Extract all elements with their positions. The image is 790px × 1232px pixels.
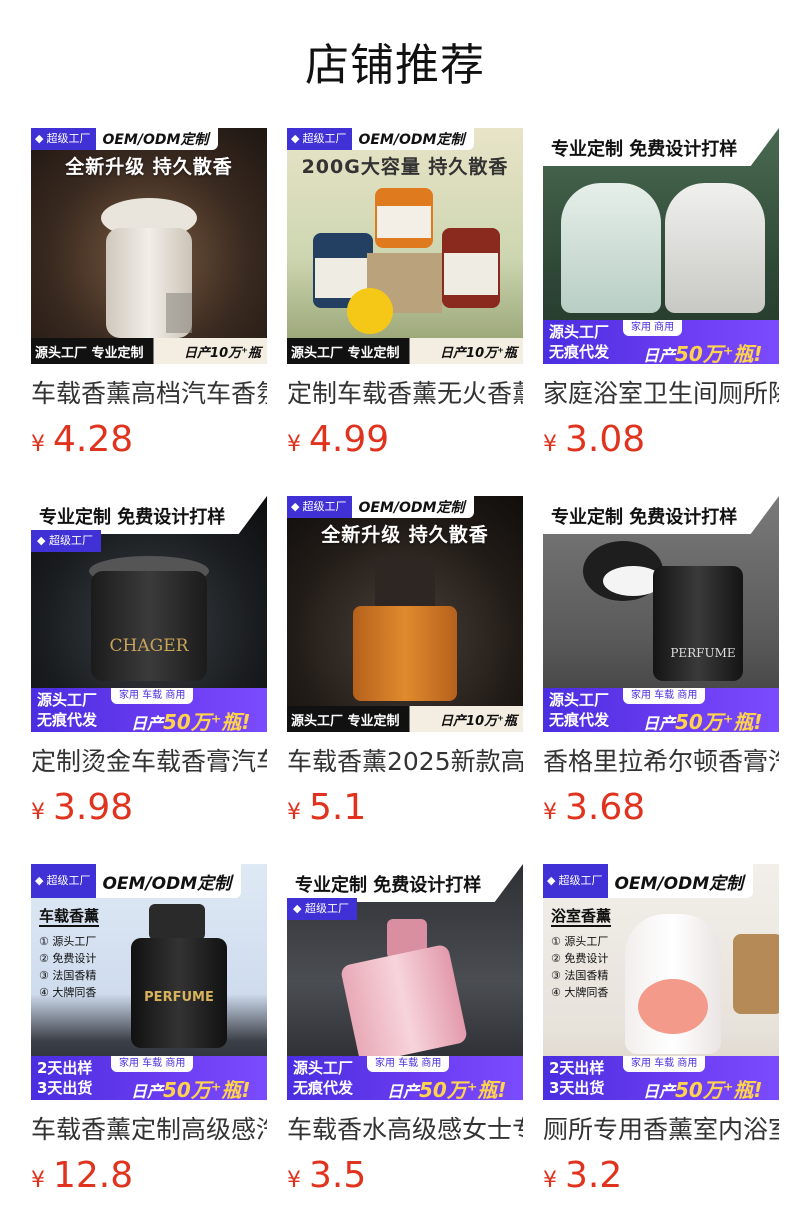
super-factory-badge: ◆ 超级工厂 (287, 898, 357, 920)
diamond-icon: ◆ (37, 534, 46, 547)
product-name[interactable]: 车载香薰2025新款高级 (287, 746, 523, 778)
promo-bar: 源头工厂 无痕代发 家用 车载 商用 日产50万⁺瓶! (287, 1056, 523, 1100)
diamond-icon: ◆ (35, 132, 44, 145)
product-name[interactable]: 香格里拉希尔顿香膏汽车 (543, 746, 779, 778)
currency-symbol: ¥ (543, 432, 557, 457)
product-image[interactable]: ◆ 超级工厂 OEM/ODM定制 全新升级 持久散香 源头工厂 专业定制 日产10… (31, 128, 267, 364)
diamond-icon: ◆ (291, 132, 300, 145)
image-headline: 全新升级 持久散香 (65, 156, 233, 178)
feature-list: 车载香薰 ① 源头工厂 ② 免费设计 ③ 法国香精 ④ 大牌同香 (39, 907, 100, 999)
product-price: ¥3.98 (31, 788, 267, 834)
price-value: 12.8 (53, 1155, 134, 1196)
product-name[interactable]: 家庭浴室卫生间厕所除臭 (543, 378, 779, 410)
product-image[interactable]: PERFUME 专业定制 免费设计打样 源头工厂 无痕代发 家用 车载 商用 日产… (543, 496, 779, 732)
price-value: 5.1 (309, 787, 367, 828)
product-image[interactable]: ◆ 超级工厂 OEM/ODM定制 全新升级 持久散香 源头工厂 专业定制 日产10… (287, 496, 523, 732)
oem-badge: ◆ 超级工厂 OEM/ODM定制 (287, 128, 475, 150)
product-price: ¥3.08 (543, 420, 779, 466)
product-name[interactable]: 定制烫金车载香膏汽车 (31, 746, 267, 778)
super-factory-badge: ◆ 超级工厂 (543, 864, 609, 898)
diamond-icon: ◆ (35, 874, 44, 887)
diamond-icon: ◆ (293, 902, 302, 915)
currency-symbol: ¥ (31, 800, 45, 825)
product-name[interactable]: 定制车载香薰无火香薰 (287, 378, 523, 410)
product-card[interactable]: ◆ 超级工厂 OEM/ODM定制 全新升级 持久散香 源头工厂 专业定制 日产10… (31, 128, 267, 466)
oem-badge: ◆ 超级工厂 OEM/ODM定制 (543, 864, 754, 898)
product-price: ¥3.5 (287, 1156, 523, 1202)
product-name[interactable]: 车载香薰定制高级感汽车 (31, 1114, 267, 1146)
product-price: ¥5.1 (287, 788, 523, 834)
product-label: CHAGER (109, 636, 189, 656)
product-price: ¥4.28 (31, 420, 267, 466)
product-image[interactable]: ◆ 超级工厂 OEM/ODM定制 200G大容量 持久散香 源头工厂 专业定制 日… (287, 128, 523, 364)
product-label: PERFUME (144, 990, 214, 1005)
currency-symbol: ¥ (31, 432, 45, 457)
image-headline: 200G大容量 持久散香 (301, 156, 509, 178)
product-card[interactable]: 专业定制 免费设计打样 ◆ 超级工厂 源头工厂 无痕代发 家用 车载 商用 日产5… (287, 864, 523, 1202)
image-bottom-bar: 源头工厂 专业定制 日产10万⁺瓶 (31, 338, 267, 364)
super-factory-badge: ◆ 超级工厂 (31, 864, 97, 898)
promo-bar: 源头工厂 无痕代发 家用 车载 商用 日产50万⁺瓶! (31, 688, 267, 732)
product-card[interactable]: ◆ 超级工厂 OEM/ODM定制 200G大容量 持久散香 源头工厂 专业定制 日… (287, 128, 523, 466)
currency-symbol: ¥ (31, 1168, 45, 1193)
product-card[interactable]: ◆ 超级工厂 OEM/ODM定制 全新升级 持久散香 源头工厂 专业定制 日产10… (287, 496, 523, 834)
currency-symbol: ¥ (287, 800, 301, 825)
promo-bar: 2天出样 3天出货 家用 车载 商用 日产50万⁺瓶! (543, 1056, 779, 1100)
top-banner: 专业定制 免费设计打样 (287, 864, 523, 902)
product-name[interactable]: 车载香薰高档汽车香氛 (31, 378, 267, 410)
product-price: ¥3.68 (543, 788, 779, 834)
image-bottom-bar: 源头工厂 专业定制 日产10万⁺瓶 (287, 706, 523, 732)
product-price: ¥12.8 (31, 1156, 267, 1202)
super-factory-badge: ◆ 超级工厂 (287, 128, 353, 150)
product-card[interactable]: 专业定制 免费设计打样 源头工厂 无痕代发 家用 商用 日产50万⁺瓶! 家庭浴室… (543, 128, 779, 466)
product-image[interactable]: CHAGER 专业定制 免费设计打样 ◆ 超级工厂 源头工厂 无痕代发 家用 车载… (31, 496, 267, 732)
image-bottom-bar: 源头工厂 专业定制 日产10万⁺瓶 (287, 338, 523, 364)
price-value: 3.98 (53, 787, 134, 828)
product-price: ¥4.99 (287, 420, 523, 466)
feature-list: 浴室香薰 ① 源头工厂 ② 免费设计 ③ 法国香精 ④ 大牌同香 (551, 907, 612, 999)
page-title: 店铺推荐 (305, 40, 485, 91)
top-banner: 专业定制 免费设计打样 (31, 496, 267, 534)
currency-symbol: ¥ (287, 432, 301, 457)
promo-bar: 源头工厂 无痕代发 家用 车载 商用 日产50万⁺瓶! (543, 688, 779, 732)
oem-badge: ◆ 超级工厂 OEM/ODM定制 (31, 864, 242, 898)
product-image[interactable]: 专业定制 免费设计打样 源头工厂 无痕代发 家用 商用 日产50万⁺瓶! (543, 128, 779, 364)
oem-badge: ◆ 超级工厂 OEM/ODM定制 (31, 128, 219, 150)
promo-bar: 源头工厂 无痕代发 家用 商用 日产50万⁺瓶! (543, 320, 779, 364)
product-card[interactable]: PERFUME ◆ 超级工厂 OEM/ODM定制 车载香薰 ① 源头工厂 ② 免费… (31, 864, 267, 1202)
price-value: 4.28 (53, 419, 134, 460)
product-card[interactable]: CHAGER 专业定制 免费设计打样 ◆ 超级工厂 源头工厂 无痕代发 家用 车载… (31, 496, 267, 834)
image-headline: 全新升级 持久散香 (321, 524, 489, 546)
currency-symbol: ¥ (287, 1168, 301, 1193)
oem-badge: ◆ 超级工厂 OEM/ODM定制 (287, 496, 475, 518)
currency-symbol: ¥ (543, 800, 557, 825)
super-factory-badge: ◆ 超级工厂 (31, 128, 97, 150)
product-name[interactable]: 厕所专用香薰室内浴室 (543, 1114, 779, 1146)
diamond-icon: ◆ (547, 874, 556, 887)
price-value: 3.5 (309, 1155, 367, 1196)
product-image[interactable]: ◆ 超级工厂 OEM/ODM定制 浴室香薰 ① 源头工厂 ② 免费设计 ③ 法国香… (543, 864, 779, 1100)
product-card[interactable]: PERFUME 专业定制 免费设计打样 源头工厂 无痕代发 家用 车载 商用 日产… (543, 496, 779, 834)
price-value: 4.99 (309, 419, 390, 460)
price-value: 3.68 (565, 787, 646, 828)
super-factory-badge: ◆ 超级工厂 (31, 530, 101, 552)
promo-bar: 2天出样 3天出货 家用 车载 商用 日产50万⁺瓶! (31, 1056, 267, 1100)
diamond-icon: ◆ (291, 500, 300, 513)
price-value: 3.08 (565, 419, 646, 460)
top-banner: 专业定制 免费设计打样 (543, 496, 779, 534)
product-price: ¥3.2 (543, 1156, 779, 1202)
product-image[interactable]: 专业定制 免费设计打样 ◆ 超级工厂 源头工厂 无痕代发 家用 车载 商用 日产5… (287, 864, 523, 1100)
top-banner: 专业定制 免费设计打样 (543, 128, 779, 166)
super-factory-badge: ◆ 超级工厂 (287, 496, 353, 518)
product-label: PERFUME (670, 646, 736, 660)
product-image[interactable]: PERFUME ◆ 超级工厂 OEM/ODM定制 车载香薰 ① 源头工厂 ② 免费… (31, 864, 267, 1100)
product-card[interactable]: ◆ 超级工厂 OEM/ODM定制 浴室香薰 ① 源头工厂 ② 免费设计 ③ 法国香… (543, 864, 779, 1202)
currency-symbol: ¥ (543, 1168, 557, 1193)
product-name[interactable]: 车载香水高级感女士专用 (287, 1114, 523, 1146)
price-value: 3.2 (565, 1155, 623, 1196)
